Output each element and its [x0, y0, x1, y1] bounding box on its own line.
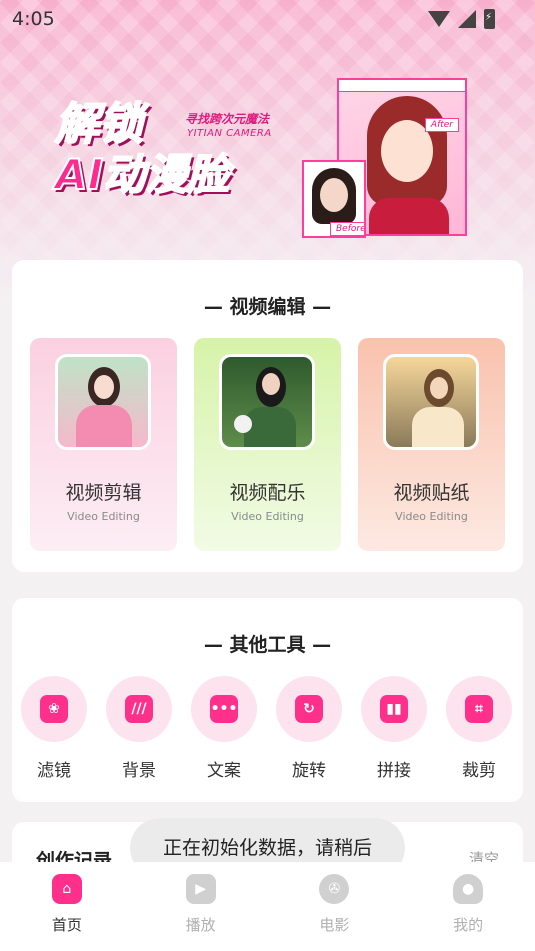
bottom-nav: ⌂ 首页 ▶ 播放 ✇ 电影 ● 我的	[0, 862, 535, 951]
background-icon: ///	[125, 695, 153, 723]
video-cut-thumbnail	[55, 354, 151, 450]
home-icon: ⌂	[51, 874, 82, 904]
video-music-sub: Video Editing	[231, 510, 304, 523]
banner-title-line2: AI动漫脸	[54, 149, 230, 200]
splice-icon: ▮▮	[380, 695, 408, 723]
video-music-tile[interactable]: 视频配乐 Video Editing	[194, 338, 341, 551]
video-music-label: 视频配乐	[229, 482, 306, 504]
video-cut-tile[interactable]: 视频剪辑 Video Editing	[30, 338, 177, 551]
banner-subtitle: 寻找跨次元魔法	[185, 112, 270, 126]
rotate-icon: ↻	[295, 695, 323, 723]
wifi-icon	[428, 11, 450, 27]
video-sticker-thumbnail	[383, 354, 479, 450]
battery-icon	[484, 9, 495, 29]
status-time: 4:05	[12, 8, 55, 30]
video-sticker-tile[interactable]: 视频贴纸 Video Editing	[358, 338, 505, 551]
tool-rotate[interactable]: ↻ 旋转	[274, 676, 344, 781]
video-section-title: — 视频编辑 —	[203, 296, 332, 318]
status-bar: 4:05	[0, 0, 535, 38]
tool-text[interactable]: ••• 文案	[189, 676, 259, 781]
tool-splice[interactable]: ▮▮ 拼接	[359, 676, 429, 781]
filter-icon: ❀	[40, 695, 68, 723]
tool-background[interactable]: /// 背景	[104, 676, 174, 781]
tool-filter[interactable]: ❀ 滤镜	[19, 676, 89, 781]
nav-film[interactable]: ✇ 电影	[268, 862, 402, 951]
video-edit-card: — 视频编辑 — 视频剪辑 Video Editing 视频配乐 Video E…	[12, 260, 523, 572]
text-icon: •••	[210, 695, 238, 723]
video-sticker-sub: Video Editing	[395, 510, 468, 523]
film-icon: ✇	[319, 874, 350, 904]
video-cut-sub: Video Editing	[67, 510, 140, 523]
play-icon: ▶	[185, 874, 216, 904]
banner-subtitle-en: YITIAN CAMERA	[187, 128, 272, 139]
before-tag: Before	[330, 222, 364, 236]
video-sticker-label: 视频贴纸	[393, 482, 470, 504]
before-image-window: Before	[302, 160, 366, 238]
tool-crop[interactable]: ⌗ 裁剪	[444, 676, 514, 781]
signal-icon	[458, 10, 476, 28]
nav-profile[interactable]: ● 我的	[401, 862, 535, 951]
other-tools-card: — 其他工具 — ❀ 滤镜 /// 背景 ••• 文案 ↻ 旋转 ▮▮ 拼接 ⌗…	[12, 598, 523, 802]
profile-icon: ●	[453, 874, 484, 904]
video-music-thumbnail	[219, 354, 315, 450]
video-cut-label: 视频剪辑	[65, 482, 142, 504]
promo-banner[interactable]: 解锁 AI动漫脸 寻找跨次元魔法 YITIAN CAMERA After Bef…	[0, 60, 535, 250]
after-tag: After	[424, 118, 459, 132]
tools-section-title: — 其他工具 —	[203, 634, 332, 656]
crop-icon: ⌗	[465, 695, 493, 723]
nav-home[interactable]: ⌂ 首页	[0, 862, 134, 951]
nav-play[interactable]: ▶ 播放	[134, 862, 268, 951]
